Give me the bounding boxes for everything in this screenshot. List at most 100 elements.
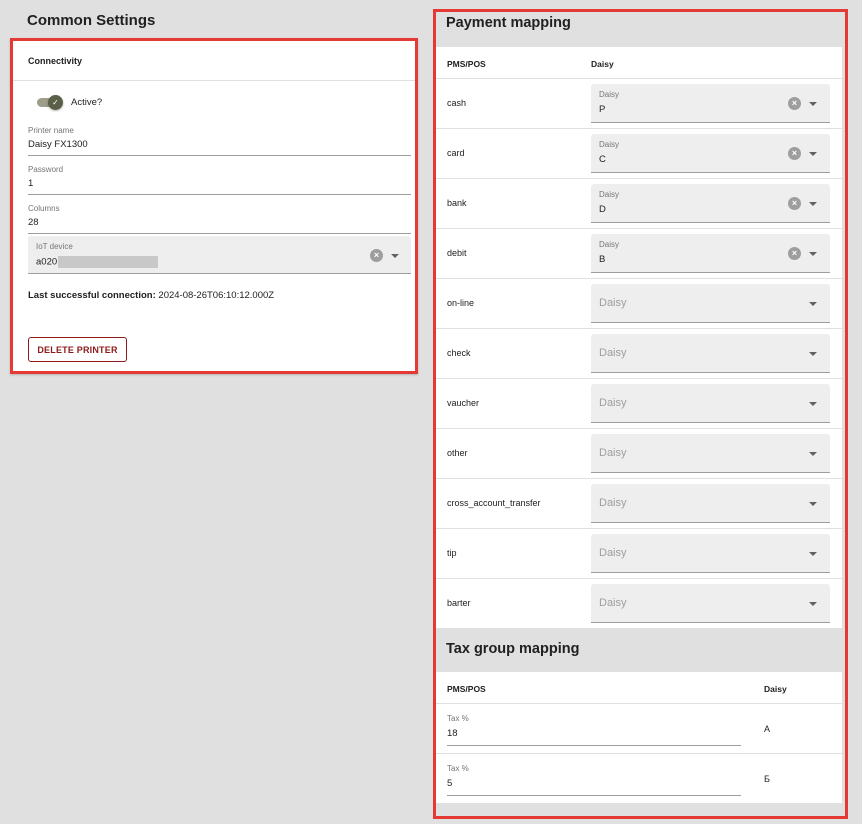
- payment-method-name: tip: [447, 548, 457, 558]
- chevron-down-icon[interactable]: [809, 102, 817, 106]
- clear-icon[interactable]: ×: [788, 147, 801, 160]
- daisy-select-label: Daisy: [599, 190, 620, 199]
- chevron-down-icon[interactable]: [809, 352, 817, 356]
- active-toggle-row[interactable]: ✓ Active?: [37, 95, 102, 110]
- daisy-select[interactable]: Daisy: [591, 284, 830, 323]
- iot-device-select[interactable]: IoT device a020 ×: [28, 236, 411, 274]
- daisy-select[interactable]: Daisy: [591, 534, 830, 573]
- daisy-select-value: P: [599, 104, 606, 115]
- table-row: check Daisy: [436, 329, 842, 379]
- daisy-select-label: Daisy: [599, 140, 620, 149]
- tax-percent-field[interactable]: Tax % 18: [447, 714, 741, 746]
- chevron-down-icon[interactable]: [809, 502, 817, 506]
- chevron-down-icon[interactable]: [809, 452, 817, 456]
- printer-name-label: Printer name: [28, 126, 74, 135]
- daisy-select[interactable]: Daisy: [591, 484, 830, 523]
- clear-icon[interactable]: ×: [370, 249, 383, 262]
- payment-method-name: bank: [447, 198, 467, 208]
- printer-name-value[interactable]: Daisy FX1300: [28, 139, 411, 155]
- connectivity-header: Connectivity: [13, 41, 415, 81]
- daisy-select[interactable]: Daisy: [591, 334, 830, 373]
- password-value[interactable]: 1: [28, 178, 411, 194]
- payment-mapping-table: PMS/POS Daisy cash Daisy P × card Daisy …: [436, 47, 842, 629]
- payment-mapping-title: Payment mapping: [446, 15, 571, 31]
- daisy-select-placeholder: Daisy: [599, 447, 627, 459]
- payment-method-name: cash: [447, 98, 467, 108]
- table-row: vaucher Daisy: [436, 379, 842, 429]
- tax-percent-value[interactable]: 18: [447, 728, 741, 745]
- chevron-down-icon[interactable]: [809, 552, 817, 556]
- tax-percent-label: Tax %: [447, 764, 469, 773]
- tax-percent-field[interactable]: Tax % 5: [447, 764, 741, 796]
- col-daisy: Daisy: [591, 59, 614, 69]
- table-row: tip Daisy: [436, 529, 842, 579]
- table-row: Tax % 18 А: [436, 704, 842, 754]
- tax-group-mapping-table: PMS/POS Daisy Tax % 18 А Tax % 5 Б: [436, 672, 842, 804]
- columns-field[interactable]: Columns 28: [28, 204, 411, 234]
- daisy-select-placeholder: Daisy: [599, 297, 627, 309]
- col-daisy: Daisy: [764, 684, 787, 694]
- table-row: other Daisy: [436, 429, 842, 479]
- connectivity-card: Connectivity ✓ Active? Printer name Dais…: [10, 38, 418, 374]
- tax-group-code: А: [764, 724, 771, 734]
- col-pms-pos: PMS/POS: [447, 59, 486, 69]
- payment-method-name: barter: [447, 598, 471, 608]
- iot-device-label: IoT device: [36, 242, 73, 251]
- tax-group-code: Б: [764, 774, 770, 784]
- last-connection-label: Last successful connection:: [28, 290, 156, 301]
- chevron-down-icon[interactable]: [809, 602, 817, 606]
- daisy-select-placeholder: Daisy: [599, 347, 627, 359]
- table-row: cash Daisy P ×: [436, 79, 842, 129]
- payment-method-name: card: [447, 148, 465, 158]
- table-row: bank Daisy D ×: [436, 179, 842, 229]
- payment-mapping-header: PMS/POS Daisy: [436, 47, 842, 79]
- last-connection: Last successful connection: 2024-08-26T0…: [28, 290, 274, 301]
- columns-value[interactable]: 28: [28, 217, 411, 233]
- tax-group-mapping-title: Tax group mapping: [446, 641, 580, 657]
- chevron-down-icon[interactable]: [809, 202, 817, 206]
- chevron-down-icon[interactable]: [809, 152, 817, 156]
- delete-printer-button[interactable]: DELETE PRINTER: [28, 337, 127, 362]
- table-row: debit Daisy B ×: [436, 229, 842, 279]
- daisy-select-value: D: [599, 204, 606, 215]
- daisy-select-placeholder: Daisy: [599, 547, 627, 559]
- columns-label: Columns: [28, 204, 60, 213]
- tax-percent-label: Tax %: [447, 714, 469, 723]
- col-pms-pos: PMS/POS: [447, 684, 486, 694]
- chevron-down-icon[interactable]: [809, 302, 817, 306]
- daisy-select[interactable]: Daisy D ×: [591, 184, 830, 223]
- table-row: cross_account_transfer Daisy: [436, 479, 842, 529]
- clear-icon[interactable]: ×: [788, 97, 801, 110]
- daisy-select-placeholder: Daisy: [599, 597, 627, 609]
- table-row: Tax % 5 Б: [436, 754, 842, 804]
- daisy-select[interactable]: Daisy: [591, 384, 830, 423]
- printer-name-field[interactable]: Printer name Daisy FX1300: [28, 126, 411, 156]
- redacted-block: [58, 256, 159, 268]
- iot-device-value: a020: [36, 256, 159, 268]
- daisy-select-placeholder: Daisy: [599, 497, 627, 509]
- mapping-panel: Payment mapping PMS/POS Daisy cash Daisy…: [433, 9, 848, 819]
- password-label: Password: [28, 165, 64, 174]
- payment-method-name: on-line: [447, 298, 475, 308]
- table-row: barter Daisy: [436, 579, 842, 629]
- tax-percent-value[interactable]: 5: [447, 778, 741, 795]
- chevron-down-icon[interactable]: [809, 402, 817, 406]
- tax-group-mapping-header: PMS/POS Daisy: [436, 672, 842, 704]
- daisy-select[interactable]: Daisy B ×: [591, 234, 830, 273]
- daisy-select[interactable]: Daisy: [591, 584, 830, 623]
- clear-icon[interactable]: ×: [788, 197, 801, 210]
- last-connection-value: 2024-08-26T06:10:12.000Z: [158, 290, 275, 301]
- daisy-select[interactable]: Daisy C ×: [591, 134, 830, 173]
- common-settings-title: Common Settings: [27, 12, 156, 29]
- clear-icon[interactable]: ×: [788, 247, 801, 260]
- daisy-select[interactable]: Daisy: [591, 434, 830, 473]
- daisy-select-value: B: [599, 254, 606, 265]
- daisy-select-label: Daisy: [599, 240, 620, 249]
- password-field[interactable]: Password 1: [28, 165, 411, 195]
- daisy-select-placeholder: Daisy: [599, 397, 627, 409]
- daisy-select[interactable]: Daisy P ×: [591, 84, 830, 123]
- daisy-select-label: Daisy: [599, 90, 620, 99]
- active-toggle[interactable]: ✓: [37, 95, 63, 110]
- chevron-down-icon[interactable]: [391, 254, 399, 258]
- chevron-down-icon[interactable]: [809, 252, 817, 256]
